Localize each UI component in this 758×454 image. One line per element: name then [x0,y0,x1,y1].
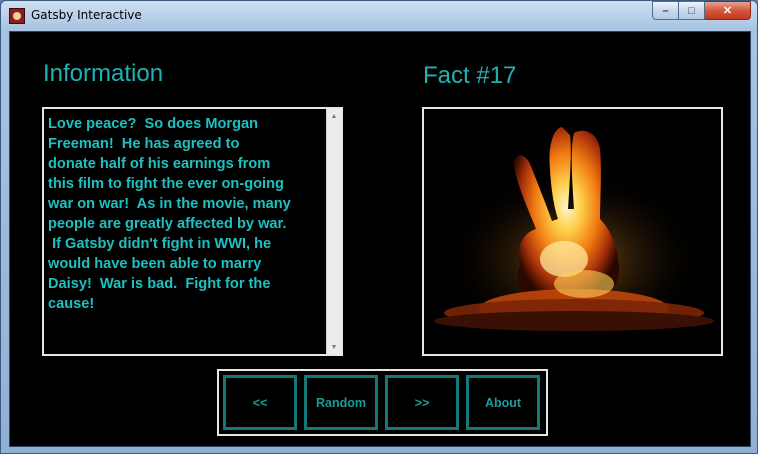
client-area: Information Fact #17 Love peace? So does… [9,31,751,447]
information-textbox[interactable]: Love peace? So does Morgan Freeman! He h… [42,107,343,356]
about-button[interactable]: About [466,375,540,430]
navigation-panel: << Random >> About [217,369,548,436]
maximize-icon: □ [688,4,695,17]
title-bar[interactable]: Gatsby Interactive – □ ✕ [1,1,757,31]
app-window: Gatsby Interactive – □ ✕ Information Fac… [0,0,758,454]
previous-button[interactable]: << [223,375,297,430]
information-text: Love peace? So does Morgan Freeman! He h… [48,116,291,312]
fact-image [422,107,723,356]
scroll-up-arrow-icon[interactable]: ▲ [327,109,341,123]
caption-buttons: – □ ✕ [652,1,751,21]
minimize-button[interactable]: – [652,1,679,20]
information-heading: Information [43,60,164,87]
fact-heading: Fact #17 [423,62,517,89]
maximize-button[interactable]: □ [679,1,705,20]
peace-sign-explosion-image [424,109,721,354]
app-icon [9,8,25,24]
close-icon: ✕ [722,5,733,17]
scroll-down-arrow-icon[interactable]: ▼ [327,340,341,354]
minimize-icon: – [662,4,669,17]
random-button[interactable]: Random [304,375,378,430]
window-title: Gatsby Interactive [31,8,142,22]
close-button[interactable]: ✕ [705,1,751,20]
next-button[interactable]: >> [385,375,459,430]
vertical-scrollbar[interactable]: ▲ ▼ [326,109,341,354]
